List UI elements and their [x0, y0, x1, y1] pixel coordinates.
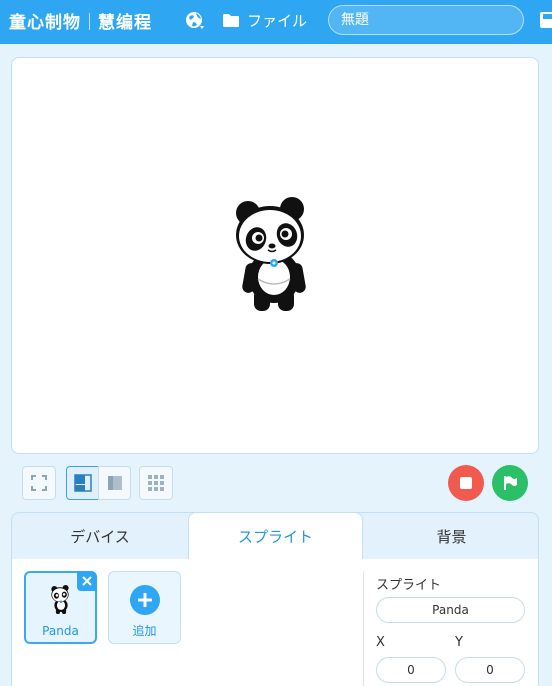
grid-view-button[interactable]	[139, 466, 173, 500]
stage-layout-toggle	[66, 466, 131, 500]
save-icon[interactable]	[538, 9, 552, 31]
sprite-name-heading: スプライト	[376, 578, 442, 593]
sprite-panel: デバイス スプライト 背景 Panda 追加 スプライト Panda X Y 0…	[11, 512, 539, 686]
delete-sprite-button[interactable]	[77, 571, 97, 591]
brand-logo: 童心制物 慧编程	[9, 8, 152, 33]
stop-icon	[460, 477, 472, 489]
language-globe-icon[interactable]	[184, 9, 206, 31]
sprite-card-label: Panda	[42, 624, 79, 638]
grid-icon	[148, 475, 164, 491]
x-label: X	[376, 635, 385, 650]
add-sprite-button[interactable]: 追加	[108, 571, 181, 644]
sprite-card-panda[interactable]: Panda	[24, 571, 97, 644]
plus-circle-icon	[130, 585, 160, 615]
product-name: 慧编程	[98, 13, 152, 33]
large-stage-button[interactable]	[66, 466, 99, 500]
fullscreen-icon	[31, 475, 47, 491]
project-title-input[interactable]: 無題	[328, 5, 524, 35]
panda-sprite[interactable]	[234, 197, 314, 315]
tab-sprites[interactable]: スプライト	[188, 512, 363, 559]
brand-divider	[89, 13, 90, 30]
close-icon	[82, 576, 92, 586]
large-stage-icon	[73, 474, 92, 492]
top-bar: 童心制物 慧编程 ファイル 無題	[0, 0, 552, 44]
stage[interactable]	[11, 57, 539, 454]
fullscreen-button[interactable]	[22, 466, 56, 500]
small-stage-button[interactable]	[98, 466, 131, 500]
tab-backdrops[interactable]: 背景	[363, 513, 540, 559]
flag-icon	[504, 476, 517, 490]
brand-name: 童心制物	[9, 13, 81, 33]
small-stage-icon	[107, 476, 122, 490]
panel-divider	[363, 571, 364, 686]
panda-thumbnail	[51, 585, 69, 614]
y-position-input[interactable]: 0	[455, 657, 525, 683]
file-menu-label: ファイル	[247, 11, 308, 30]
folder-icon	[223, 13, 239, 27]
sprite-name-input[interactable]: Panda	[376, 597, 525, 623]
tab-devices[interactable]: デバイス	[12, 513, 188, 559]
x-position-input[interactable]: 0	[376, 657, 446, 683]
stop-button[interactable]	[448, 465, 484, 501]
y-label: Y	[455, 635, 463, 650]
add-sprite-label: 追加	[132, 624, 157, 638]
panel-body: Panda 追加 スプライト Panda X Y 0 0	[12, 559, 538, 686]
green-flag-button[interactable]	[492, 465, 528, 501]
file-menu-button[interactable]: ファイル	[222, 9, 307, 31]
